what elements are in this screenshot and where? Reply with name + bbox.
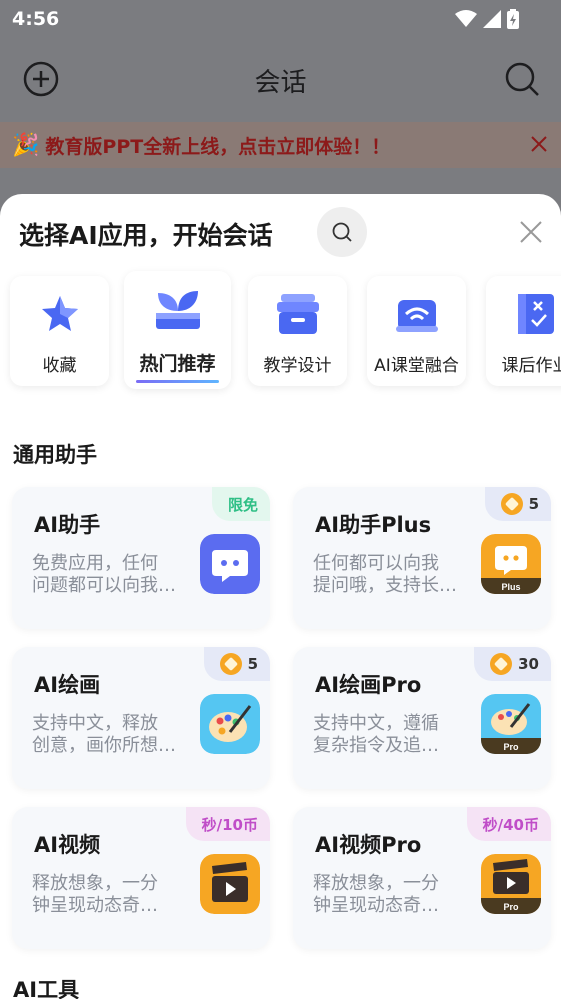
tab-favorites[interactable]: 收藏 [10, 276, 109, 386]
sheet-title: 选择AI应用，开始会话 [19, 221, 273, 250]
app-description: 任何都可以向我 提问哦，支持长… [313, 553, 457, 596]
app-card-ai-drawing[interactable]: 5 AI绘画 支持中文，释放 创意，画你所想… [12, 647, 270, 789]
tab-label: AI课堂融合 [374, 356, 459, 376]
system-icons [455, 9, 519, 29]
app-description: 释放想象，一分 钟呈现动态奇… [32, 873, 158, 916]
clapper-pro-icon: Pro [481, 854, 541, 914]
cellular-signal-icon [483, 10, 501, 28]
promo-text: 教育版PPT全新上线，点击立即体验！！ [45, 135, 391, 158]
per-second-badge: 秒/10币 [185, 807, 270, 841]
search-icon[interactable] [503, 60, 541, 98]
svg-text:Pro: Pro [503, 742, 519, 752]
app-bar: 会话 [0, 40, 561, 120]
app-card-ai-drawing-pro[interactable]: 30 AI绘画Pro 支持中文，遵循 复杂指令及追… Pro [293, 647, 551, 789]
svg-text:Plus: Plus [501, 582, 520, 592]
sheet-search-button[interactable] [317, 207, 367, 257]
free-badge: 限免 [211, 487, 270, 521]
app-name: AI绘画 [34, 673, 101, 697]
category-tabs: 收藏 热门推荐 教学设计 AI课堂融合 课后作业 [10, 271, 561, 394]
tab-ai-classroom[interactable]: AI课堂融合 [367, 276, 466, 386]
tab-label: 收藏 [42, 356, 77, 376]
star-icon [41, 296, 78, 331]
coin-icon [219, 653, 242, 675]
promo-banner[interactable]: 🎉 教育版PPT全新上线，点击立即体验！！ [0, 122, 561, 168]
archive-box-icon [276, 294, 319, 334]
app-card-ai-video-pro[interactable]: 秒/40币 AI视频Pro 释放想象，一分 钟呈现动态奇… Pro [293, 807, 551, 949]
battery-charging-icon [507, 9, 519, 29]
clapper-icon [200, 854, 260, 914]
coin-badge: 30 [474, 647, 551, 681]
sheet-header: 选择AI应用，开始会话 [0, 194, 561, 270]
tab-hot-recommend[interactable]: 热门推荐 [124, 271, 231, 389]
tab-label: 教学设计 [263, 356, 332, 376]
party-popper-icon: 🎉 [12, 132, 40, 158]
app-card-ai-assistant[interactable]: 限免 AI助手 免费应用，任何 问题都可以向我… [12, 487, 270, 629]
page-title: 会话 [254, 68, 307, 98]
homework-book-icon [517, 294, 554, 334]
app-name: AI视频 [34, 833, 101, 857]
status-bar: 4:56 [0, 0, 561, 40]
svg-text:Pro: Pro [503, 902, 519, 912]
app-description: 免费应用，任何 问题都可以向我… [32, 553, 176, 596]
status-time: 4:56 [12, 8, 60, 30]
per-second-badge: 秒/40币 [466, 807, 551, 841]
palette-icon [200, 694, 260, 754]
coin-icon [490, 653, 513, 675]
section-title-general: 通用助手 [13, 443, 97, 467]
classroom-wifi-icon [395, 300, 438, 332]
app-description: 支持中文，遵循 复杂指令及追… [313, 713, 439, 756]
app-card-ai-assistant-plus[interactable]: 5 AI助手Plus 任何都可以向我 提问哦，支持长… Plus [293, 487, 551, 629]
app-name: AI绘画Pro [315, 673, 422, 697]
app-picker-sheet: 选择AI应用，开始会话 收藏 热门推荐 教学设计 AI课堂融合 课后作业 通用助… [0, 194, 561, 999]
wifi-icon [455, 10, 477, 27]
palette-pro-icon: Pro [481, 694, 541, 754]
tab-label: 热门推荐 [139, 353, 216, 375]
chat-bot-icon [200, 534, 260, 594]
search-icon [332, 222, 352, 242]
tab-homework[interactable]: 课后作业 [486, 276, 561, 386]
close-icon[interactable] [518, 219, 544, 245]
coin-icon [500, 493, 523, 515]
tab-teaching-design[interactable]: 教学设计 [248, 276, 347, 386]
chat-bot-plus-icon: Plus [481, 534, 541, 594]
tab-label: 课后作业 [501, 356, 561, 376]
coin-badge: 5 [203, 647, 270, 681]
app-name: AI视频Pro [315, 833, 422, 857]
close-icon[interactable] [529, 134, 549, 154]
section-title-tools: AI工具 [13, 978, 80, 999]
app-name: AI助手 [34, 513, 101, 537]
app-card-ai-video[interactable]: 秒/10币 AI视频 释放想象，一分 钟呈现动态奇… [12, 807, 270, 949]
app-name: AI助手Plus [315, 513, 432, 537]
sprout-icon [155, 291, 200, 329]
coin-badge: 5 [484, 487, 551, 521]
active-tab-indicator [136, 380, 219, 383]
app-description: 释放想象，一分 钟呈现动态奇… [313, 873, 439, 916]
app-description: 支持中文，释放 创意，画你所想… [32, 713, 176, 756]
